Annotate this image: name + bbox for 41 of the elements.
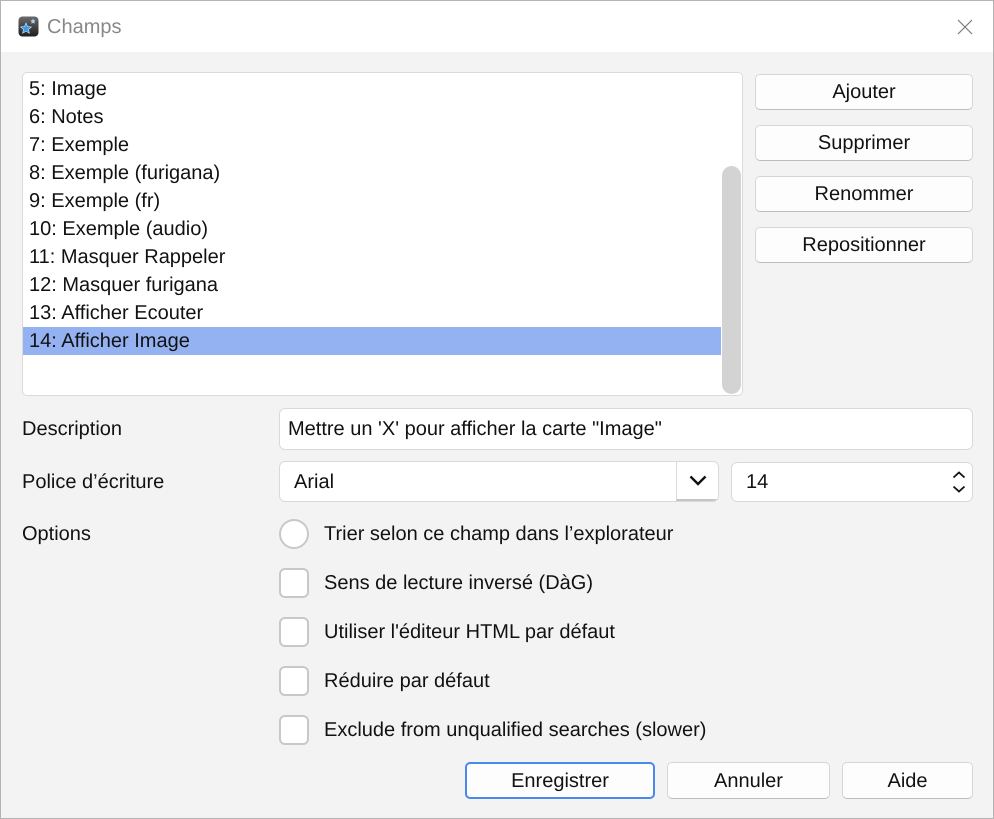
field-label: Police d’écriture <box>22 470 166 494</box>
list-item[interactable]: 12: Masquer furigana <box>23 271 721 299</box>
list-item[interactable]: 11: Masquer Rappeler <box>23 243 721 271</box>
list-item[interactable]: 7: Exemple <box>23 131 721 159</box>
field-label: Options <box>22 522 91 547</box>
dialog-button[interactable]: Annuler <box>667 762 830 799</box>
option-label: Réduire par défaut <box>324 669 490 694</box>
list-item[interactable]: 8: Exemple (furigana) <box>23 159 721 187</box>
list-item[interactable]: 14: Afficher Image <box>23 327 721 355</box>
window-title: Champs <box>47 14 122 40</box>
checkbox[interactable] <box>279 715 309 745</box>
option-label: Trier selon ce champ dans l’explorateur <box>324 522 674 547</box>
option-label: Utiliser l'éditeur HTML par défaut <box>324 620 615 645</box>
scrollbar-thumb[interactable] <box>722 166 741 394</box>
list-item[interactable]: 6: Notes <box>23 103 721 131</box>
chevron-down-icon[interactable] <box>688 475 706 486</box>
checkbox[interactable] <box>279 666 309 696</box>
chevron-up-icon[interactable] <box>952 470 966 478</box>
font-size-spinbox[interactable]: 14 <box>731 462 973 502</box>
font-combobox[interactable]: Arial <box>279 461 719 502</box>
option-label: Exclude from unqualified searches (slower) <box>324 718 706 743</box>
radio-button[interactable] <box>279 519 309 549</box>
side-button[interactable]: Renommer <box>755 176 973 212</box>
field-label: Description <box>22 417 124 442</box>
dialog-button[interactable]: Aide <box>842 762 973 799</box>
option-label: Sens de lecture inversé (DàG) <box>324 571 594 596</box>
list-item[interactable]: 9: Exemple (fr) <box>23 187 721 215</box>
side-button[interactable]: Repositionner <box>755 227 973 263</box>
dropdown-button[interactable] <box>676 462 718 501</box>
side-button[interactable]: Ajouter <box>755 74 973 110</box>
dialog-button[interactable]: Enregistrer <box>465 762 655 799</box>
list-item[interactable]: 13: Afficher Ecouter <box>23 299 721 327</box>
side-button[interactable]: Supprimer <box>755 125 973 161</box>
star-tile-icon <box>18 16 39 37</box>
list-item[interactable]: 10: Exemple (audio) <box>23 215 721 243</box>
checkbox[interactable] <box>279 617 309 647</box>
description-field[interactable]: Mettre un 'X' pour afficher la carte "Image" <box>279 408 973 450</box>
close-icon[interactable] <box>957 18 973 34</box>
checkbox[interactable] <box>279 568 309 598</box>
list-item[interactable]: 5: Image <box>23 75 721 103</box>
chevron-down-icon[interactable] <box>952 484 966 492</box>
